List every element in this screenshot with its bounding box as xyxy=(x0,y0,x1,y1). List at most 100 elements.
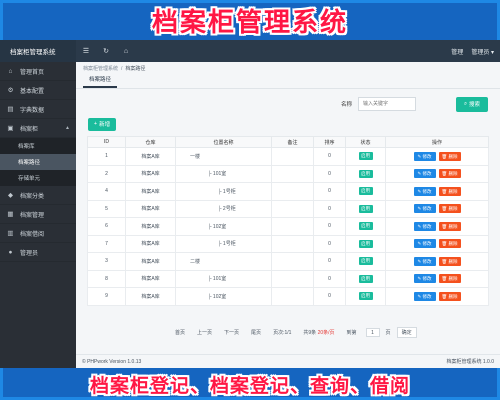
breadcrumb-separator: / xyxy=(121,65,123,72)
sidebar-item-borrow[interactable]: ▥ 档案借阅 xyxy=(0,224,76,243)
delete-button-label: 删除 xyxy=(448,153,458,159)
sidebar-item-admin[interactable]: ● 管理员 xyxy=(0,243,76,262)
cell-actions: ✎ 修改 🗑 删除 xyxy=(385,199,489,218)
cell-remark xyxy=(271,234,314,253)
cell-status: 启用 xyxy=(345,252,386,271)
status-badge: 启用 xyxy=(358,274,373,283)
sidebar-item-dictionary[interactable]: ▤ 字典数据 xyxy=(0,100,76,119)
cell-status: 启用 xyxy=(345,217,386,236)
sidebar-subitem-storage[interactable]: 存储单元 xyxy=(0,170,76,186)
add-button[interactable]: + 新增 xyxy=(88,117,116,131)
sidebar-item-label: 字典数据 xyxy=(20,107,45,114)
sidebar-item-label: 档案借阅 xyxy=(20,231,45,238)
cell-name: 一楼 xyxy=(175,147,272,166)
delete-button-label: 删除 xyxy=(448,241,458,247)
sidebar-item-archive[interactable]: ▦ 档案管理 xyxy=(0,205,76,224)
search-row: 名称 ⌕ 搜索 xyxy=(76,93,500,115)
refresh-icon[interactable]: ↻ xyxy=(96,47,116,55)
edit-button[interactable]: ✎ 修改 xyxy=(413,169,436,179)
sidebar-subitem-library[interactable]: 档案库 xyxy=(0,138,76,154)
sidebar-item-category[interactable]: ◆ 档案分类 xyxy=(0,186,76,205)
table-row: 9 档案A库 ├ 102室 0 启用 ✎ 修改 🗑 删除 xyxy=(87,287,489,306)
menu-toggle-icon[interactable]: ☰ xyxy=(76,47,96,55)
table-row: 5 档案A库 ├ 2号柜 0 启用 ✎ 修改 🗑 删除 xyxy=(87,199,489,218)
cell-actions: ✎ 修改 🗑 删除 xyxy=(385,252,489,271)
trash-icon: 🗑 xyxy=(441,206,448,212)
gear-icon: ⚙ xyxy=(7,87,14,94)
delete-button[interactable]: 🗑 删除 xyxy=(438,256,461,266)
edit-button[interactable]: ✎ 修改 xyxy=(413,256,436,266)
pager-goto-label: 到第 xyxy=(346,330,357,336)
table-row: 7 档案A库 ├ 1号柜 0 启用 ✎ 修改 🗑 删除 xyxy=(87,234,489,253)
delete-button[interactable]: 🗑 删除 xyxy=(438,204,461,214)
pager-prev[interactable]: 上一页 xyxy=(194,327,215,338)
cell-remark xyxy=(271,252,314,271)
pencil-icon: ✎ xyxy=(417,258,422,264)
delete-button[interactable]: 🗑 删除 xyxy=(438,169,461,179)
pager-last[interactable]: 尾页 xyxy=(248,327,264,338)
sidebar-item-home[interactable]: ⌂ 管理首页 xyxy=(0,62,76,81)
cell-status: 启用 xyxy=(345,182,386,201)
cabinet-icon: ▣ xyxy=(7,125,14,132)
tab-path[interactable]: 档案路径 xyxy=(83,75,118,88)
cell-remark xyxy=(271,182,314,201)
trash-icon: 🗑 xyxy=(441,241,448,247)
edit-button[interactable]: ✎ 修改 xyxy=(413,186,436,196)
cell-remark xyxy=(271,164,314,183)
status-badge: 启用 xyxy=(358,152,373,161)
sidebar-item-label: 档案管理 xyxy=(20,212,45,219)
search-button[interactable]: ⌕ 搜索 xyxy=(456,96,488,112)
cell-actions: ✎ 修改 🗑 删除 xyxy=(385,147,489,166)
status-badge: 启用 xyxy=(358,257,373,266)
cell-sort: 0 xyxy=(313,182,346,201)
delete-button[interactable]: 🗑 删除 xyxy=(438,221,461,231)
cell-sort: 0 xyxy=(313,234,346,253)
cell-warehouse: 档案A库 xyxy=(125,147,176,166)
edit-button[interactable]: ✎ 修改 xyxy=(413,151,436,161)
edit-button[interactable]: ✎ 修改 xyxy=(413,204,436,214)
manage-link[interactable]: 管理 xyxy=(451,47,463,56)
edit-button[interactable]: ✎ 修改 xyxy=(413,239,436,249)
delete-button[interactable]: 🗑 删除 xyxy=(438,186,461,196)
status-badge: 启用 xyxy=(358,204,373,213)
edit-button[interactable]: ✎ 修改 xyxy=(413,221,436,231)
sidebar-item-label: 基本配置 xyxy=(20,88,45,95)
sidebar-item-cabinet[interactable]: ▣ 档案柜 ▲ xyxy=(0,119,76,138)
status-badge: 启用 xyxy=(358,292,373,301)
cell-id: 7 xyxy=(87,234,126,253)
cell-id: 3 xyxy=(87,252,126,271)
cell-status: 启用 xyxy=(345,234,386,253)
pager-page-input[interactable]: 1 xyxy=(365,328,380,337)
pager-first[interactable]: 首页 xyxy=(172,327,188,338)
home-nav-icon[interactable]: ⌂ xyxy=(116,48,136,55)
main-content: 档案柜管理系统 / 档案路径 档案路径 名称 ⌕ 搜索 + 新增 xyxy=(76,62,500,368)
cell-sort: 0 xyxy=(313,287,346,306)
pager-confirm-button[interactable]: 确定 xyxy=(396,327,417,338)
edit-button-label: 修改 xyxy=(422,223,432,229)
sidebar-subitem-path[interactable]: 档案路径 xyxy=(0,154,76,170)
trash-icon: 🗑 xyxy=(441,223,448,229)
delete-button-label: 删除 xyxy=(448,171,458,177)
search-input[interactable] xyxy=(358,97,416,111)
add-button-label: 新增 xyxy=(99,122,111,128)
delete-button[interactable]: 🗑 删除 xyxy=(438,151,461,161)
promo-title: 档案柜管理系统 xyxy=(151,7,348,38)
pager-total-count: 共9条 xyxy=(303,330,317,336)
edit-button[interactable]: ✎ 修改 xyxy=(413,291,436,301)
cell-remark xyxy=(271,287,314,306)
edit-button[interactable]: ✎ 修改 xyxy=(413,274,436,284)
status-badge: 启用 xyxy=(358,222,373,231)
sidebar-item-config[interactable]: ⚙ 基本配置 xyxy=(0,81,76,100)
table-row: 3 档案A库 二楼 0 启用 ✎ 修改 🗑 删除 xyxy=(87,252,489,271)
breadcrumb-parent[interactable]: 档案柜管理系统 xyxy=(83,65,118,72)
delete-button[interactable]: 🗑 删除 xyxy=(438,291,461,301)
delete-button[interactable]: 🗑 删除 xyxy=(438,239,461,249)
user-icon: ● xyxy=(8,248,13,256)
user-menu[interactable]: 管理员 ▾ xyxy=(471,47,494,56)
table-header-row: ID 仓库 位置名称 备注 排序 状态 操作 xyxy=(87,136,489,148)
cell-status: 启用 xyxy=(345,199,386,218)
delete-button[interactable]: 🗑 删除 xyxy=(438,274,461,284)
cell-actions: ✎ 修改 🗑 删除 xyxy=(385,164,489,183)
trash-icon: 🗑 xyxy=(441,153,448,159)
pager-next[interactable]: 下一页 xyxy=(221,327,242,338)
